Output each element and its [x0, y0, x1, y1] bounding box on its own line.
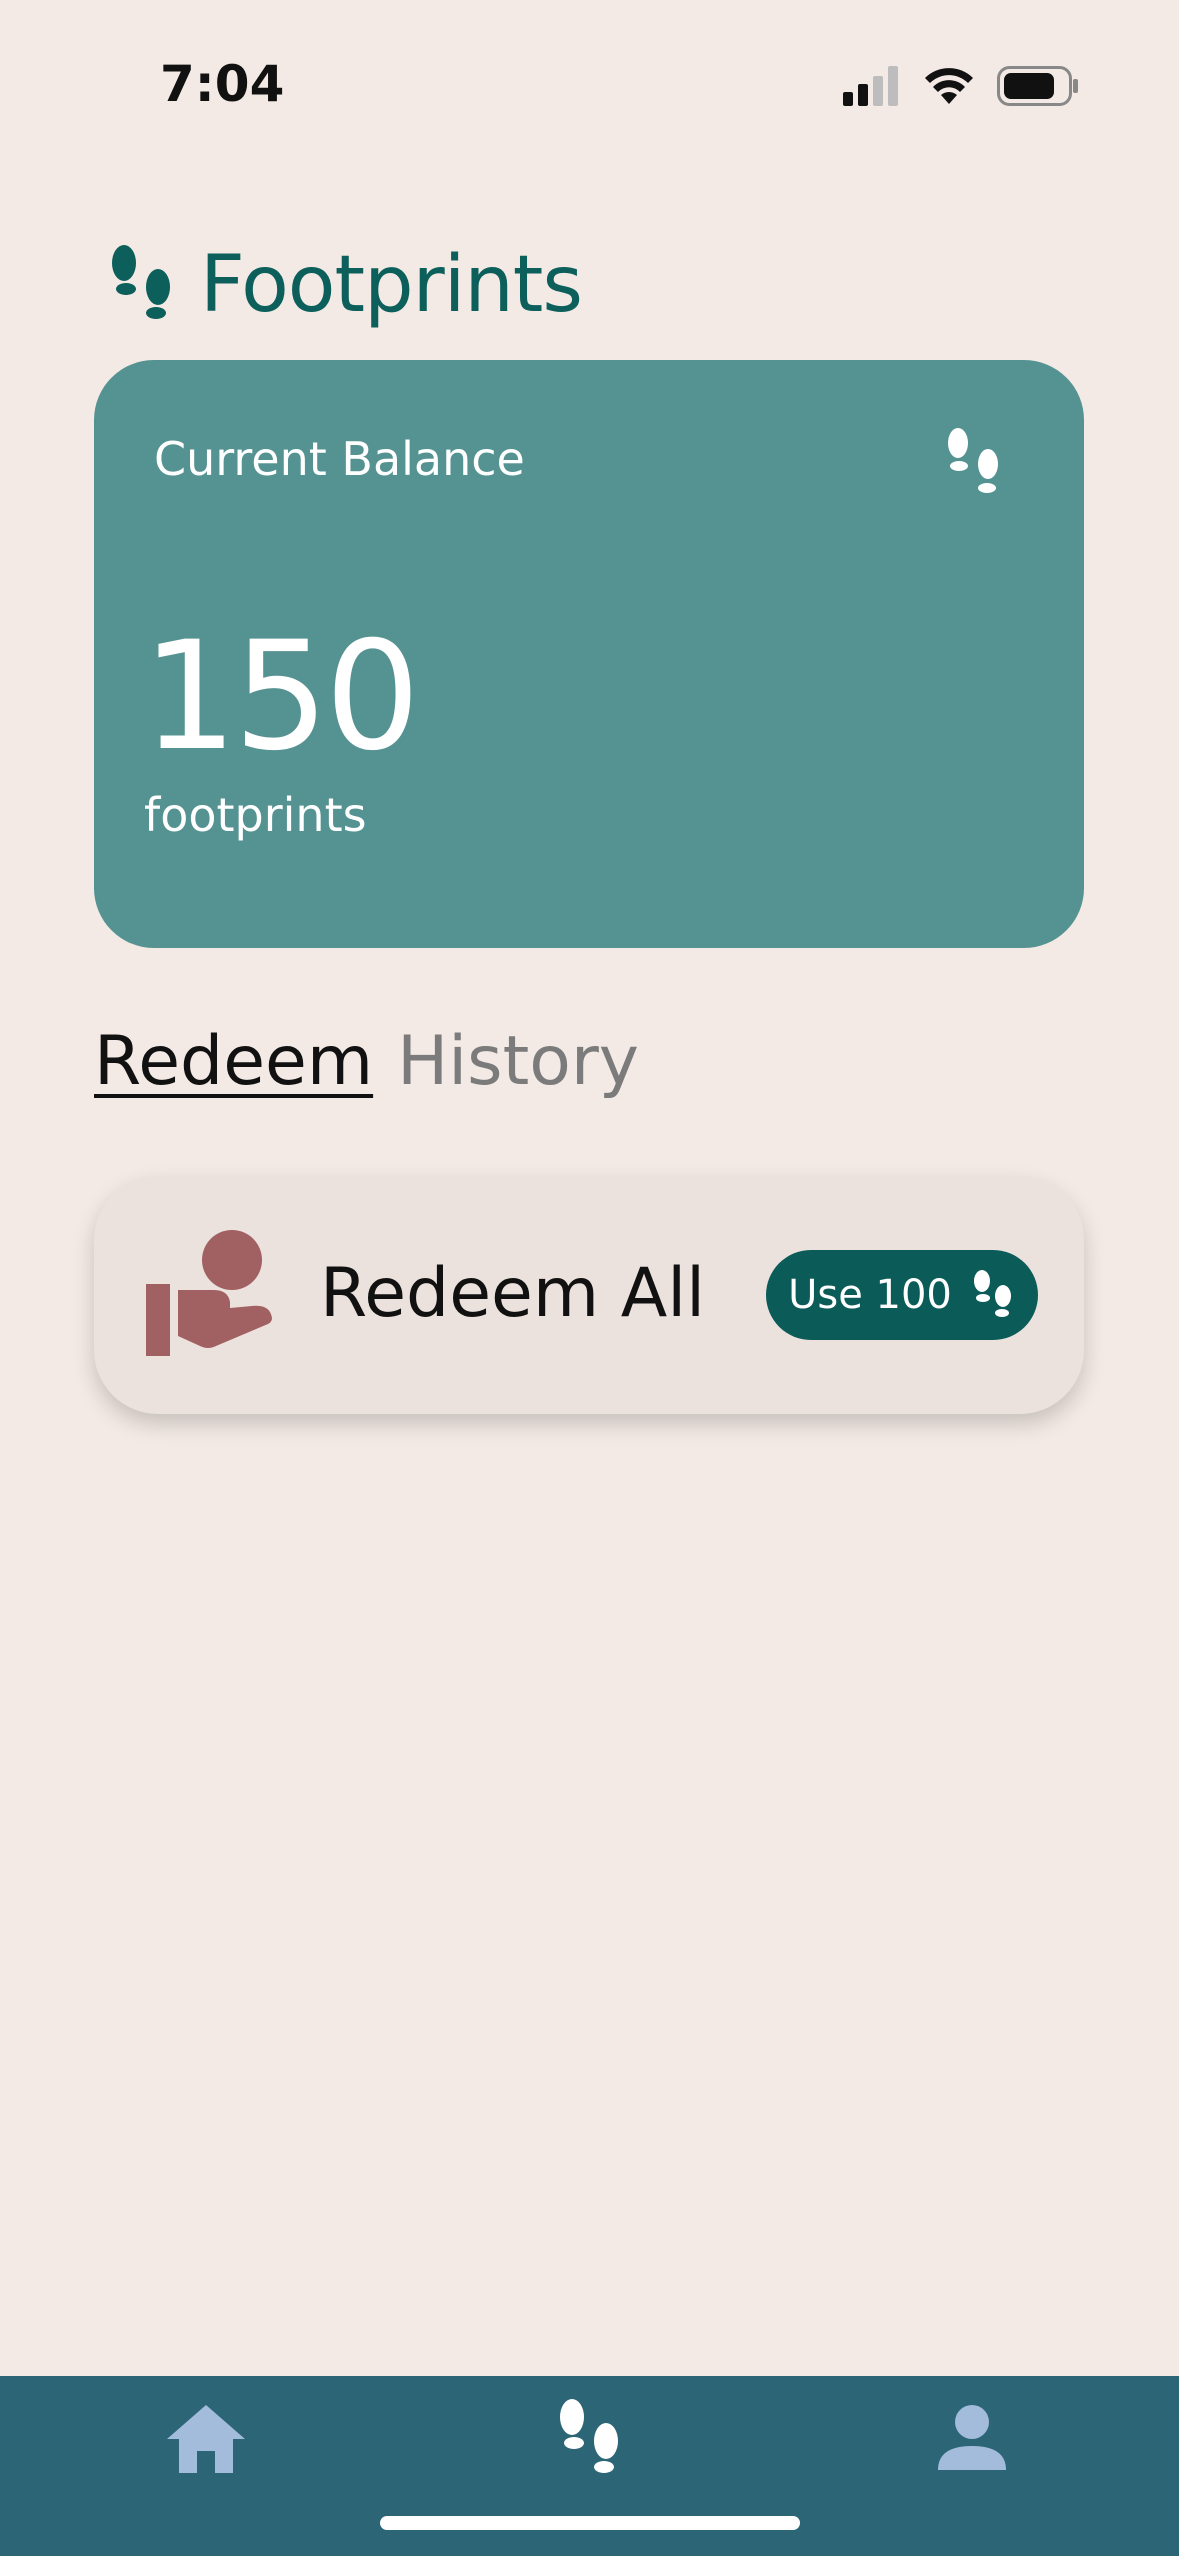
footprints-icon: [560, 2399, 618, 2473]
use-footprints-label: Use 100: [788, 1272, 952, 1318]
home-icon: [167, 2405, 245, 2473]
use-footprints-button[interactable]: Use 100: [766, 1250, 1038, 1340]
tab-bar: Redeem History: [94, 1022, 639, 1101]
wifi-icon: [925, 68, 973, 104]
balance-label: Current Balance: [154, 432, 525, 486]
tab-redeem[interactable]: Redeem: [94, 1022, 373, 1101]
tab-history[interactable]: History: [397, 1022, 639, 1101]
app-title: Footprints: [200, 240, 583, 330]
balance-unit: footprints: [144, 788, 367, 842]
redeem-all-title: Redeem All: [320, 1254, 706, 1333]
footprints-icon: [973, 1270, 1011, 1317]
status-bar: 7:04: [0, 0, 1179, 170]
app-header: Footprints: [106, 240, 583, 330]
status-time: 7:04: [160, 55, 285, 113]
balance-value: 150: [142, 610, 420, 784]
nav-footprints[interactable]: [530, 2384, 650, 2494]
footprints-icon: [948, 428, 998, 493]
redeem-all-card[interactable]: Redeem All Use 100: [94, 1176, 1084, 1414]
battery-icon: [997, 66, 1078, 106]
hand-give-icon: [146, 1230, 272, 1356]
cellular-signal-icon: [843, 66, 898, 106]
footprints-icon: [112, 245, 170, 319]
balance-card: Current Balance 150 footprints: [94, 360, 1084, 948]
nav-profile[interactable]: [912, 2384, 1032, 2494]
nav-home[interactable]: [146, 2384, 266, 2494]
profile-icon: [938, 2405, 1006, 2470]
status-icons: [843, 66, 1079, 106]
home-indicator: [380, 2516, 800, 2530]
app-screen: 7:04 Footprints Current Balance 150 foot…: [0, 0, 1179, 2556]
